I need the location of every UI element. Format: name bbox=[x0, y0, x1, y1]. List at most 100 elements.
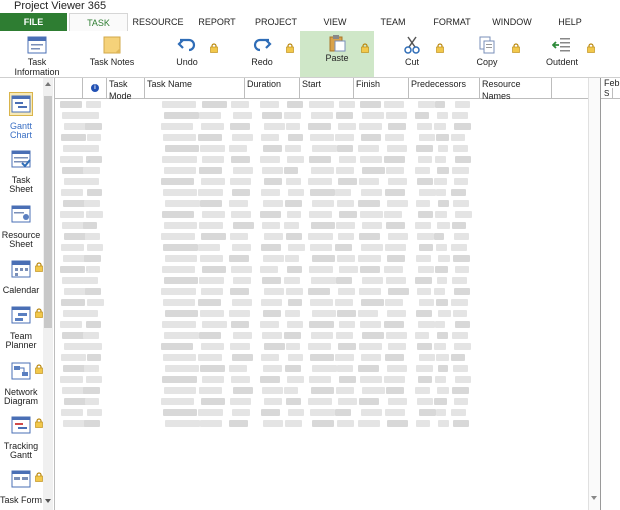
obscured-cell bbox=[387, 145, 407, 152]
menu-task[interactable]: TASK bbox=[69, 13, 128, 32]
obscured-cell bbox=[362, 167, 385, 174]
table-row[interactable] bbox=[55, 297, 600, 308]
task-information-icon bbox=[27, 36, 47, 54]
column-duration[interactable]: Duration bbox=[245, 78, 300, 98]
obscured-cell bbox=[284, 387, 298, 394]
table-row[interactable] bbox=[55, 264, 600, 275]
table-row[interactable] bbox=[55, 253, 600, 264]
scroll-up-icon[interactable] bbox=[44, 81, 52, 87]
table-row[interactable] bbox=[55, 330, 600, 341]
obscured-cell bbox=[360, 156, 382, 163]
obscured-cell bbox=[86, 156, 102, 163]
obscured-cell bbox=[385, 134, 404, 141]
redo-button[interactable]: Redo bbox=[245, 31, 279, 77]
table-row[interactable] bbox=[55, 132, 600, 143]
column-predecessors[interactable]: Predecessors bbox=[409, 78, 480, 98]
obscured-cell bbox=[384, 376, 405, 383]
table-row[interactable] bbox=[55, 363, 600, 374]
scroll-down-icon[interactable] bbox=[44, 498, 52, 504]
grid-scroll-down-icon[interactable] bbox=[591, 496, 597, 500]
obscured-cell bbox=[85, 233, 100, 240]
view-resource-sheet[interactable]: Resource Sheet bbox=[0, 203, 42, 249]
task-notes-button[interactable]: Task Notes bbox=[86, 31, 138, 77]
sidebar-scrollbar[interactable] bbox=[43, 78, 53, 510]
obscured-cell bbox=[84, 310, 98, 317]
obscured-cell bbox=[83, 277, 98, 284]
view-task-sheet-label: Task Sheet bbox=[9, 175, 33, 194]
view-calendar-label: Calendar bbox=[2, 285, 40, 295]
menu-team[interactable]: TEAM bbox=[372, 13, 414, 31]
table-row[interactable] bbox=[55, 165, 600, 176]
obscured-cell bbox=[161, 123, 193, 130]
menu-view[interactable]: VIEW bbox=[314, 13, 356, 31]
copy-button[interactable]: Copy bbox=[470, 31, 504, 77]
obscured-cell bbox=[164, 277, 198, 284]
table-row[interactable] bbox=[55, 385, 600, 396]
table-row[interactable] bbox=[55, 286, 600, 297]
indicators-header[interactable]: i bbox=[83, 78, 107, 98]
column-task-name[interactable]: Task Name bbox=[145, 78, 245, 98]
table-row[interactable] bbox=[55, 198, 600, 209]
table-row[interactable] bbox=[55, 275, 600, 286]
column-finish[interactable]: Finish bbox=[354, 78, 409, 98]
table-row[interactable] bbox=[55, 407, 600, 418]
table-row[interactable] bbox=[55, 374, 600, 385]
table-row[interactable] bbox=[55, 220, 600, 231]
table-row[interactable] bbox=[55, 187, 600, 198]
row-selector-header[interactable] bbox=[55, 78, 83, 98]
column-start[interactable]: Start bbox=[300, 78, 354, 98]
menu-file[interactable]: FILE bbox=[0, 13, 67, 31]
table-row[interactable] bbox=[55, 308, 600, 319]
obscured-cell bbox=[199, 387, 222, 394]
sidebar-scroll-thumb[interactable] bbox=[44, 96, 52, 328]
menu-format[interactable]: FORMAT bbox=[428, 13, 476, 31]
obscured-cell bbox=[288, 409, 304, 416]
obscured-cell bbox=[85, 123, 102, 130]
table-row[interactable] bbox=[55, 110, 600, 121]
table-row[interactable] bbox=[55, 341, 600, 352]
obscured-cell bbox=[163, 354, 196, 361]
table-row[interactable] bbox=[55, 231, 600, 242]
obscured-cell bbox=[388, 398, 407, 405]
obscured-cell bbox=[338, 288, 355, 295]
column-task-mode[interactable]: Task Mode bbox=[107, 78, 145, 101]
table-row[interactable] bbox=[55, 209, 600, 220]
undo-button[interactable]: Undo bbox=[170, 31, 204, 77]
obscured-cell bbox=[202, 266, 226, 273]
obscured-cell bbox=[359, 343, 382, 350]
grid-vertical-scrollbar[interactable] bbox=[588, 78, 600, 510]
menu-help[interactable]: HELP bbox=[552, 13, 588, 31]
obscured-cell bbox=[337, 310, 356, 317]
table-row[interactable] bbox=[55, 121, 600, 132]
paste-button[interactable]: Paste bbox=[300, 31, 374, 77]
menu-window[interactable]: WINDOW bbox=[488, 13, 536, 31]
view-task-sheet[interactable]: Task Sheet bbox=[0, 148, 42, 194]
obscured-cell bbox=[264, 398, 282, 405]
outdent-button[interactable]: Outdent bbox=[542, 31, 582, 77]
obscured-cell bbox=[286, 343, 300, 350]
menu-resource[interactable]: RESOURCE bbox=[130, 13, 186, 31]
task-information-button[interactable]: Task Information bbox=[8, 31, 66, 77]
table-row[interactable] bbox=[55, 396, 600, 407]
obscured-cell bbox=[437, 277, 447, 284]
column-resource-names[interactable]: Resource Names bbox=[480, 78, 552, 101]
table-row[interactable] bbox=[55, 154, 600, 165]
table-row[interactable] bbox=[55, 352, 600, 363]
obscured-cell bbox=[201, 343, 224, 350]
obscured-cell bbox=[202, 376, 224, 383]
table-row[interactable] bbox=[55, 143, 600, 154]
table-row[interactable] bbox=[55, 242, 600, 253]
obscured-cell bbox=[83, 222, 97, 229]
obscured-cell bbox=[61, 299, 85, 306]
obscured-cell bbox=[359, 398, 379, 405]
menu-report[interactable]: REPORT bbox=[192, 13, 242, 31]
obscured-cell bbox=[165, 365, 199, 372]
table-row[interactable] bbox=[55, 319, 600, 330]
table-row[interactable] bbox=[55, 176, 600, 187]
view-gantt-chart[interactable]: Gantt Chart bbox=[0, 92, 42, 140]
cut-icon bbox=[404, 36, 420, 54]
menu-project[interactable]: PROJECT bbox=[250, 13, 302, 31]
cut-button[interactable]: Cut bbox=[396, 31, 428, 77]
table-row[interactable] bbox=[55, 99, 600, 110]
table-row[interactable] bbox=[55, 418, 600, 429]
